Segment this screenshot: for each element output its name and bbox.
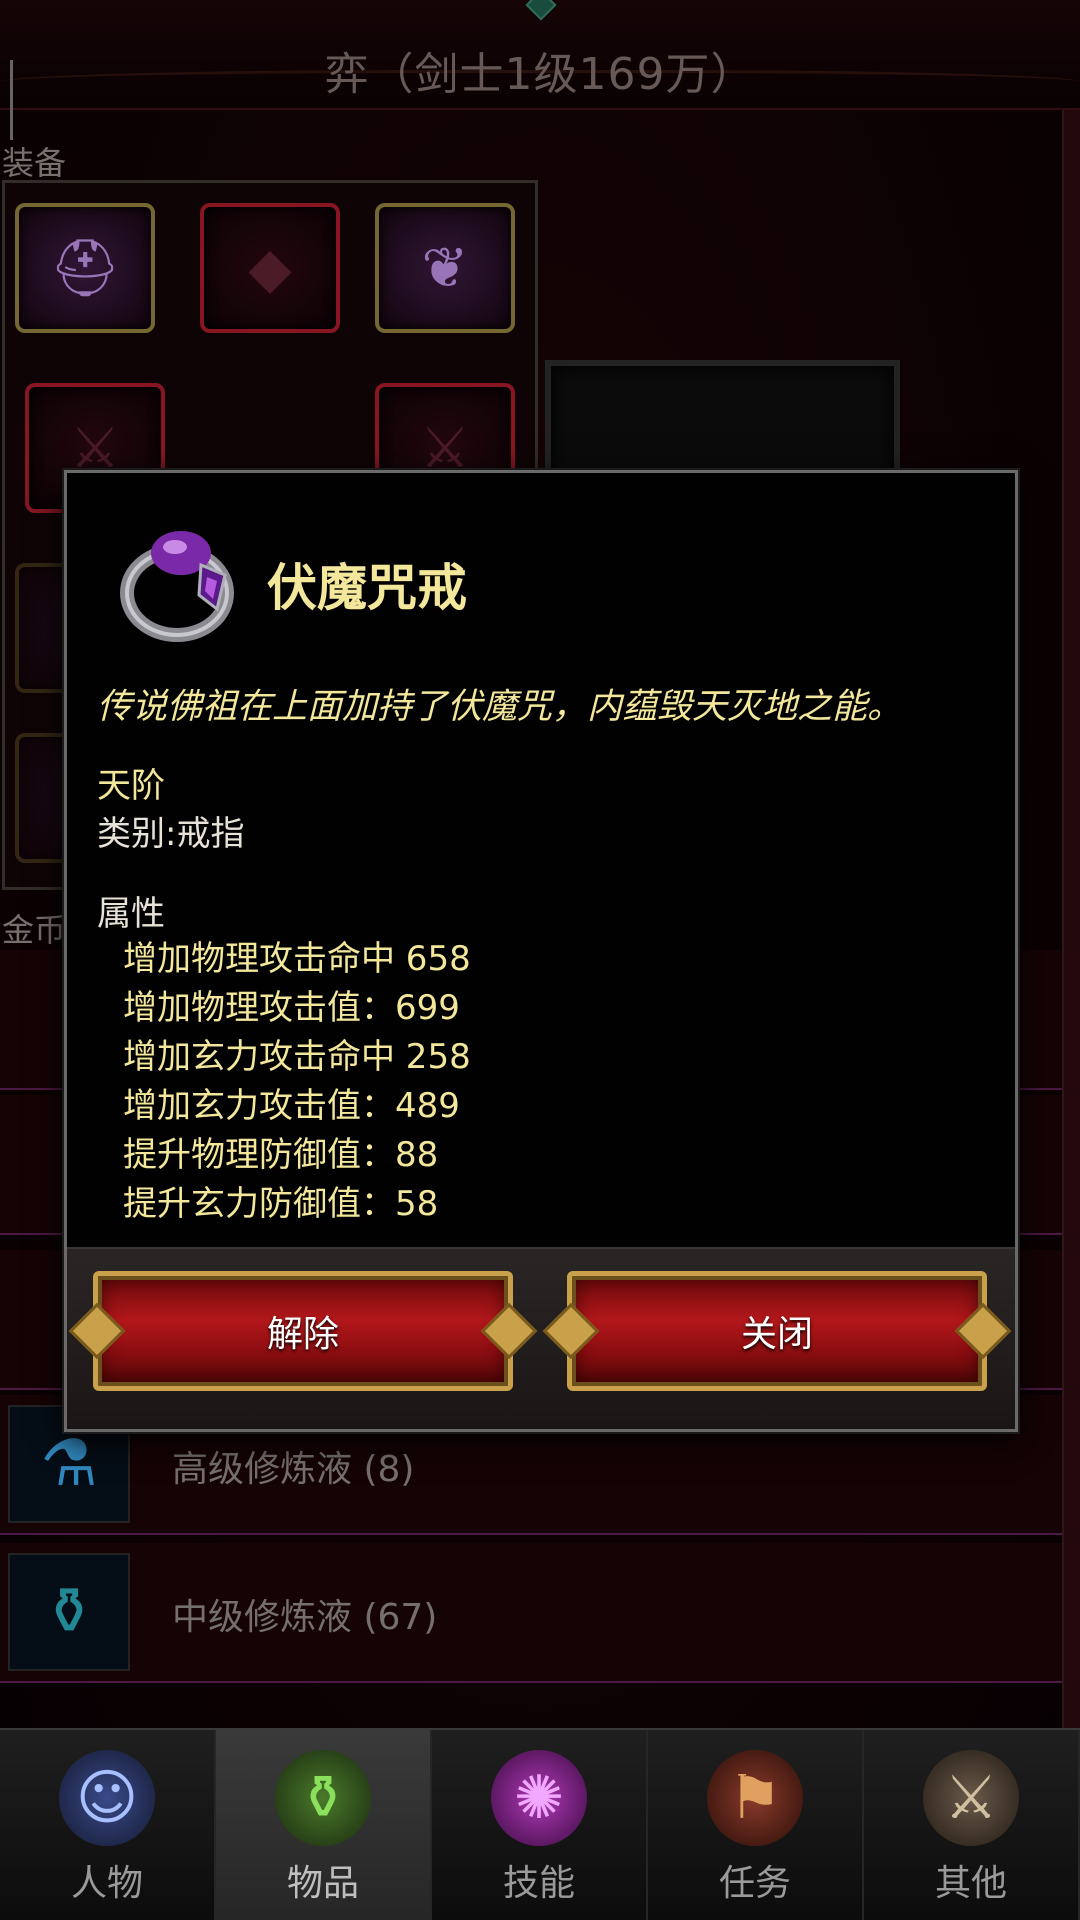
item-detail-dialog: 伏魔咒戒 传说佛祖在上面加持了伏魔咒，内蕴毁天灭地之能。 天阶 类别:戒指 属性…: [64, 470, 1018, 1432]
bottom-nav: ☺ 人物 ⚱ 物品 ✺ 技能 ⚑ 任务 ⚔ 其他: [0, 1728, 1080, 1920]
attribute-line: 增加玄力攻击值：489: [123, 1086, 460, 1126]
tab-other[interactable]: ⚔ 其他: [864, 1730, 1080, 1920]
quest-icon: ⚑: [707, 1750, 803, 1846]
tab-label: 其他: [934, 1863, 1007, 1904]
close-button-label: 关闭: [740, 1314, 813, 1355]
tab-character[interactable]: ☺ 人物: [0, 1730, 216, 1920]
item-description: 传说佛祖在上面加持了伏魔咒，内蕴毁天灭地之能。: [97, 687, 903, 727]
tab-quests[interactable]: ⚑ 任务: [648, 1730, 864, 1920]
ring-icon: [120, 531, 234, 642]
attribute-list: 增加物理攻击命中 658 增加物理攻击值：699 增加玄力攻击命中 258 增加…: [123, 935, 471, 1229]
tab-label: 技能: [502, 1863, 575, 1904]
hero-icon: ☺: [59, 1750, 155, 1846]
attribute-line: 提升玄力防御值：58: [123, 1184, 439, 1224]
attribute-line: 增加物理攻击值：699: [123, 988, 460, 1028]
other-icon: ⚔: [923, 1750, 1019, 1846]
tab-label: 任务: [718, 1863, 791, 1904]
game-screen: 弈（剑士1级169万） 装备 ⛑ ◆ ❦ ⚔ ⚔ 金币: ⚗ 高级修炼液 (8)…: [0, 0, 1080, 1920]
tab-label: 物品: [286, 1863, 359, 1904]
unequip-button[interactable]: 解除: [68, 1271, 538, 1391]
item-name: 伏魔咒戒: [267, 559, 467, 617]
tab-items[interactable]: ⚱ 物品: [216, 1730, 432, 1920]
attributes-heading: 属性: [97, 894, 165, 934]
unequip-button-label: 解除: [266, 1314, 339, 1355]
attribute-line: 提升物理防御值：88: [123, 1135, 439, 1175]
close-button[interactable]: 关闭: [542, 1271, 1012, 1391]
attribute-line: 增加玄力攻击命中 258: [123, 1037, 471, 1077]
bag-icon: ⚱: [275, 1750, 371, 1846]
skill-icon: ✺: [491, 1750, 587, 1846]
attribute-line: 增加物理攻击命中 658: [123, 939, 471, 979]
item-category: 类别:戒指: [97, 814, 245, 854]
tab-skills[interactable]: ✺ 技能: [432, 1730, 648, 1920]
dialog-footer: 解除 关闭: [67, 1247, 1015, 1429]
item-grade: 天阶: [97, 766, 165, 806]
tab-label: 人物: [70, 1863, 143, 1904]
